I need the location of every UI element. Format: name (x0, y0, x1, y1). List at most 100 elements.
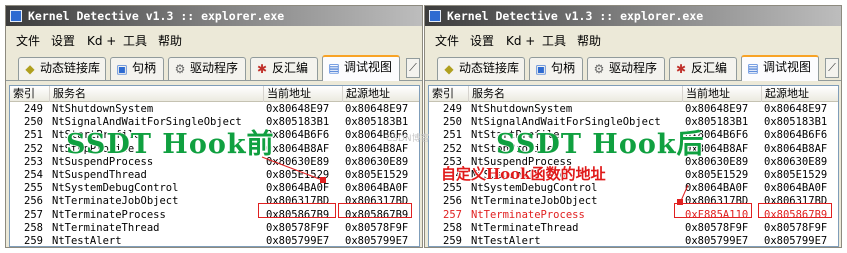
cell-service-name: NtSystemDebugControl (52, 182, 179, 195)
ssdt-list[interactable]: 索引 服务名 当前地址 起源地址 249 NtShutdownSystem 0x80… (9, 85, 420, 247)
tab-bar: ◆ 动态链接库 ▣ 句柄 ⚙ 驱动程序 ✱ 反汇编 ▤ 调试视图 ⟋ (6, 55, 422, 81)
menu-settings[interactable]: 设置 (49, 31, 77, 51)
cell-original-address: 0x805799E7 (345, 234, 409, 247)
tab-bar: ◆ 动态链接库 ▣ 句柄 ⚙ 驱动程序 ✱ 反汇编 ▤ 调试视图 ⟋ (425, 55, 841, 81)
tab-dll[interactable]: ◆ 动态链接库 (18, 57, 106, 80)
disassemble-icon: ✱ (675, 62, 687, 76)
tab-scroll-right-icon[interactable]: ⟋ (406, 58, 420, 78)
tab-label: 驱动程序 (190, 61, 239, 75)
tab-debug-view[interactable]: ▤ 调试视图 (741, 55, 819, 81)
cell-service-name: NtSystemDebugControl (471, 182, 598, 195)
cell-index: 256 (24, 195, 43, 208)
dll-icon: ◆ (25, 62, 35, 76)
window-title: Kernel Detective v1.3 :: explorer.exe (447, 9, 704, 23)
table-row[interactable]: 255 NtSystemDebugControl 0x8064BA0F 0x8064B… (10, 182, 419, 195)
column-current-address[interactable]: 当前地址 (264, 86, 343, 102)
tab-label: 反汇编 (691, 61, 728, 75)
cell-original-address: 0x805E1529 (345, 168, 409, 181)
cell-index: 257 (443, 208, 462, 221)
cell-index: 253 (24, 155, 43, 168)
highlight-box-right-original (758, 203, 832, 218)
cell-original-address: 0x8064BA0F (345, 182, 409, 195)
cell-service-name: NtTerminateProcess (52, 208, 166, 221)
handle-icon: ▣ (535, 62, 547, 76)
tab-label: 反汇编 (272, 61, 309, 75)
tab-label: 驱动程序 (609, 61, 658, 75)
tab-drivers[interactable]: ⚙ 驱动程序 (587, 57, 665, 80)
title-bar[interactable]: Kernel Detective v1.3 :: explorer.exe (425, 6, 841, 26)
column-original-address[interactable]: 起源地址 (343, 86, 419, 102)
cell-original-address: 0x80578F9F (345, 221, 409, 234)
column-current-address[interactable]: 当前地址 (683, 86, 762, 102)
cell-service-name: NtTerminateProcess (471, 208, 585, 221)
gear-icon: ⚙ (593, 62, 605, 76)
menu-help[interactable]: 帮助 (575, 31, 603, 51)
cell-index: 255 (443, 182, 462, 195)
cell-index: 259 (24, 234, 43, 247)
menu-tools[interactable]: 工具 (121, 31, 149, 51)
cell-index: 251 (24, 129, 43, 142)
tab-label: 动态链接库 (40, 61, 101, 75)
column-index[interactable]: 索引 (10, 86, 50, 102)
overlay-before-hook: SSDT Hook前 (66, 129, 275, 160)
column-original-address[interactable]: 起源地址 (762, 86, 838, 102)
menu-tools[interactable]: 工具 (540, 31, 568, 51)
cell-original-address: 0x805183B1 (764, 116, 828, 129)
cell-service-name: NtTestAlert (52, 234, 122, 247)
table-row[interactable]: 259 NtTestAlert 0x805799E7 0x805799E7 (10, 234, 419, 247)
tab-dll[interactable]: ◆ 动态链接库 (437, 57, 525, 80)
cell-original-address: 0x8064B8AF (764, 142, 828, 155)
menu-file[interactable]: 文件 (433, 31, 461, 51)
debug-view-icon: ▤ (747, 61, 759, 75)
cell-index: 259 (443, 234, 462, 247)
table-row[interactable]: 255 NtSystemDebugControl 0x8064BA0F 0x8064B… (429, 182, 838, 195)
title-bar[interactable]: Kernel Detective v1.3 :: explorer.exe (6, 6, 422, 26)
cell-original-address: 0x80648E97 (764, 103, 828, 115)
cell-original-address: 0x80578F9F (764, 221, 828, 234)
cell-current-address: 0x805E1529 (266, 168, 330, 181)
menu-kd[interactable]: Kd + (504, 31, 537, 51)
menu-bar: 文件 设置 Kd + 工具 帮助 (6, 31, 422, 51)
app-icon (10, 10, 22, 22)
cell-current-address: 0x805799E7 (266, 234, 330, 247)
tab-handles[interactable]: ▣ 句柄 (529, 57, 583, 80)
table-row[interactable]: 259 NtTestAlert 0x805799E7 0x805799E7 (429, 234, 838, 247)
table-row[interactable]: 249 NtShutdownSystem 0x80648E97 0x80648E97 (10, 103, 419, 116)
cell-current-address: 0x80648E97 (685, 103, 749, 115)
handle-icon: ▣ (116, 62, 128, 76)
cell-index: 251 (443, 129, 462, 142)
cell-index: 250 (443, 116, 462, 129)
column-index[interactable]: 索引 (429, 86, 469, 102)
cell-index: 254 (24, 168, 43, 181)
tab-scroll-right-icon[interactable]: ⟋ (825, 58, 839, 78)
menu-kd[interactable]: Kd + (85, 31, 118, 51)
table-row[interactable]: 249 NtShutdownSystem 0x80648E97 0x80648E97 (429, 103, 838, 116)
tab-drivers[interactable]: ⚙ 驱动程序 (168, 57, 246, 80)
debug-view-icon: ▤ (328, 61, 340, 75)
cell-index: 252 (24, 142, 43, 155)
highlight-box-right-current (674, 203, 752, 218)
tab-disassembly[interactable]: ✱ 反汇编 (250, 57, 318, 80)
cell-current-address: 0x80578F9F (266, 221, 330, 234)
menu-bar: 文件 设置 Kd + 工具 帮助 (425, 31, 841, 51)
column-service-name[interactable]: 服务名 (469, 86, 683, 102)
tab-label: 句柄 (551, 61, 576, 75)
tab-disassembly[interactable]: ✱ 反汇编 (669, 57, 737, 80)
table-row[interactable]: 258 NtTerminateThread 0x80578F9F 0x80578F9F (10, 222, 419, 235)
dll-icon: ◆ (444, 62, 454, 76)
menu-file[interactable]: 文件 (14, 31, 42, 51)
cell-original-address: 0x80630E89 (345, 155, 409, 168)
column-service-name[interactable]: 服务名 (50, 86, 264, 102)
cell-service-name: NtTerminateJobObject (52, 195, 179, 208)
cell-current-address: 0x8064BA0F (685, 182, 749, 195)
tab-debug-view[interactable]: ▤ 调试视图 (322, 55, 400, 81)
tab-handles[interactable]: ▣ 句柄 (110, 57, 164, 80)
cell-index: 256 (443, 195, 462, 208)
table-row[interactable]: 258 NtTerminateThread 0x80578F9F 0x80578F9F (429, 222, 838, 235)
cell-original-address: 0x80630E89 (764, 155, 828, 168)
menu-help[interactable]: 帮助 (156, 31, 184, 51)
cell-service-name: NtTerminateJobObject (471, 195, 598, 208)
menu-settings[interactable]: 设置 (468, 31, 496, 51)
cell-current-address: 0x80648E97 (266, 103, 330, 115)
table-row[interactable]: 254 NtSuspendThread 0x805E1529 0x805E1529 (10, 169, 419, 182)
